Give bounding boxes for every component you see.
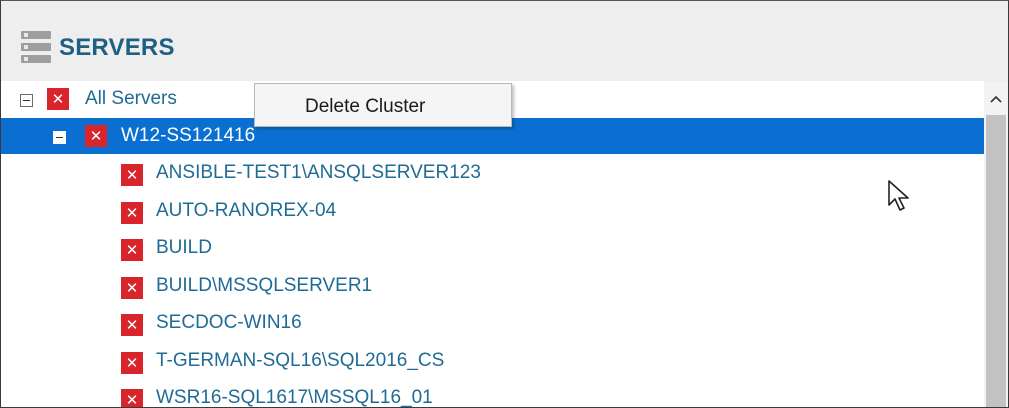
server-label[interactable]: AUTO-RANOREX-04 [156, 200, 336, 222]
error-x-icon: ✕ [121, 239, 143, 261]
error-x-icon: ✕ [121, 277, 143, 299]
tree-node-server[interactable]: ✕ BUILD [1, 231, 984, 267]
context-menu: Delete Cluster [254, 83, 512, 127]
tree-node-server[interactable]: ✕ T-GERMAN-SQL16\SQL2016_CS [1, 344, 984, 380]
chevron-up-icon[interactable] [984, 91, 1008, 111]
server-label[interactable]: ANSIBLE-TEST1\ANSQLSERVER123 [156, 162, 481, 184]
server-tree: ✕ All Servers ✕ W12-SS121416 ✕ ANSIBLE-T… [1, 81, 984, 407]
server-label[interactable]: BUILD\MSSQLSERVER1 [156, 275, 372, 297]
collapse-toggle[interactable] [53, 131, 66, 144]
error-x-icon: ✕ [121, 164, 143, 186]
tree-node-server[interactable]: ✕ AUTO-RANOREX-04 [1, 194, 984, 230]
panel-title: SERVERS [59, 34, 175, 61]
menu-item-label: Delete Cluster [305, 96, 426, 117]
error-x-icon: ✕ [85, 125, 107, 147]
server-label[interactable]: SECDOC-WIN16 [156, 312, 302, 334]
tree-node-server[interactable]: ✕ SECDOC-WIN16 [1, 306, 984, 342]
error-x-icon: ✕ [121, 202, 143, 224]
server-label[interactable]: T-GERMAN-SQL16\SQL2016_CS [156, 350, 444, 372]
servers-panel: SERVERS ✕ All Servers ✕ W12-SS121416 ✕ A… [0, 0, 1009, 408]
tree-node-server[interactable]: ✕ BUILD\MSSQLSERVER1 [1, 269, 984, 305]
error-x-icon: ✕ [47, 88, 69, 110]
error-x-icon: ✕ [121, 352, 143, 374]
tree-node-server[interactable]: ✕ WSR16-SQL1617\MSSQL16_01 [1, 381, 984, 407]
menu-item-delete-cluster[interactable]: Delete Cluster [257, 86, 509, 124]
panel-header: SERVERS [1, 1, 1008, 81]
error-x-icon: ✕ [121, 314, 143, 336]
tree-node-label[interactable]: W12-SS121416 [121, 125, 255, 147]
server-label[interactable]: BUILD [156, 237, 212, 259]
vertical-scrollbar[interactable] [984, 81, 1008, 407]
tree-node-label[interactable]: All Servers [85, 88, 177, 110]
server-label[interactable]: WSR16-SQL1617\MSSQL16_01 [156, 387, 433, 407]
collapse-toggle[interactable] [20, 94, 33, 107]
tree-node-server[interactable]: ✕ ANSIBLE-TEST1\ANSQLSERVER123 [1, 156, 984, 192]
scrollbar-thumb[interactable] [986, 115, 1006, 407]
server-stack-icon [21, 31, 51, 63]
mouse-pointer-icon [887, 179, 915, 215]
error-x-icon: ✕ [121, 389, 143, 407]
